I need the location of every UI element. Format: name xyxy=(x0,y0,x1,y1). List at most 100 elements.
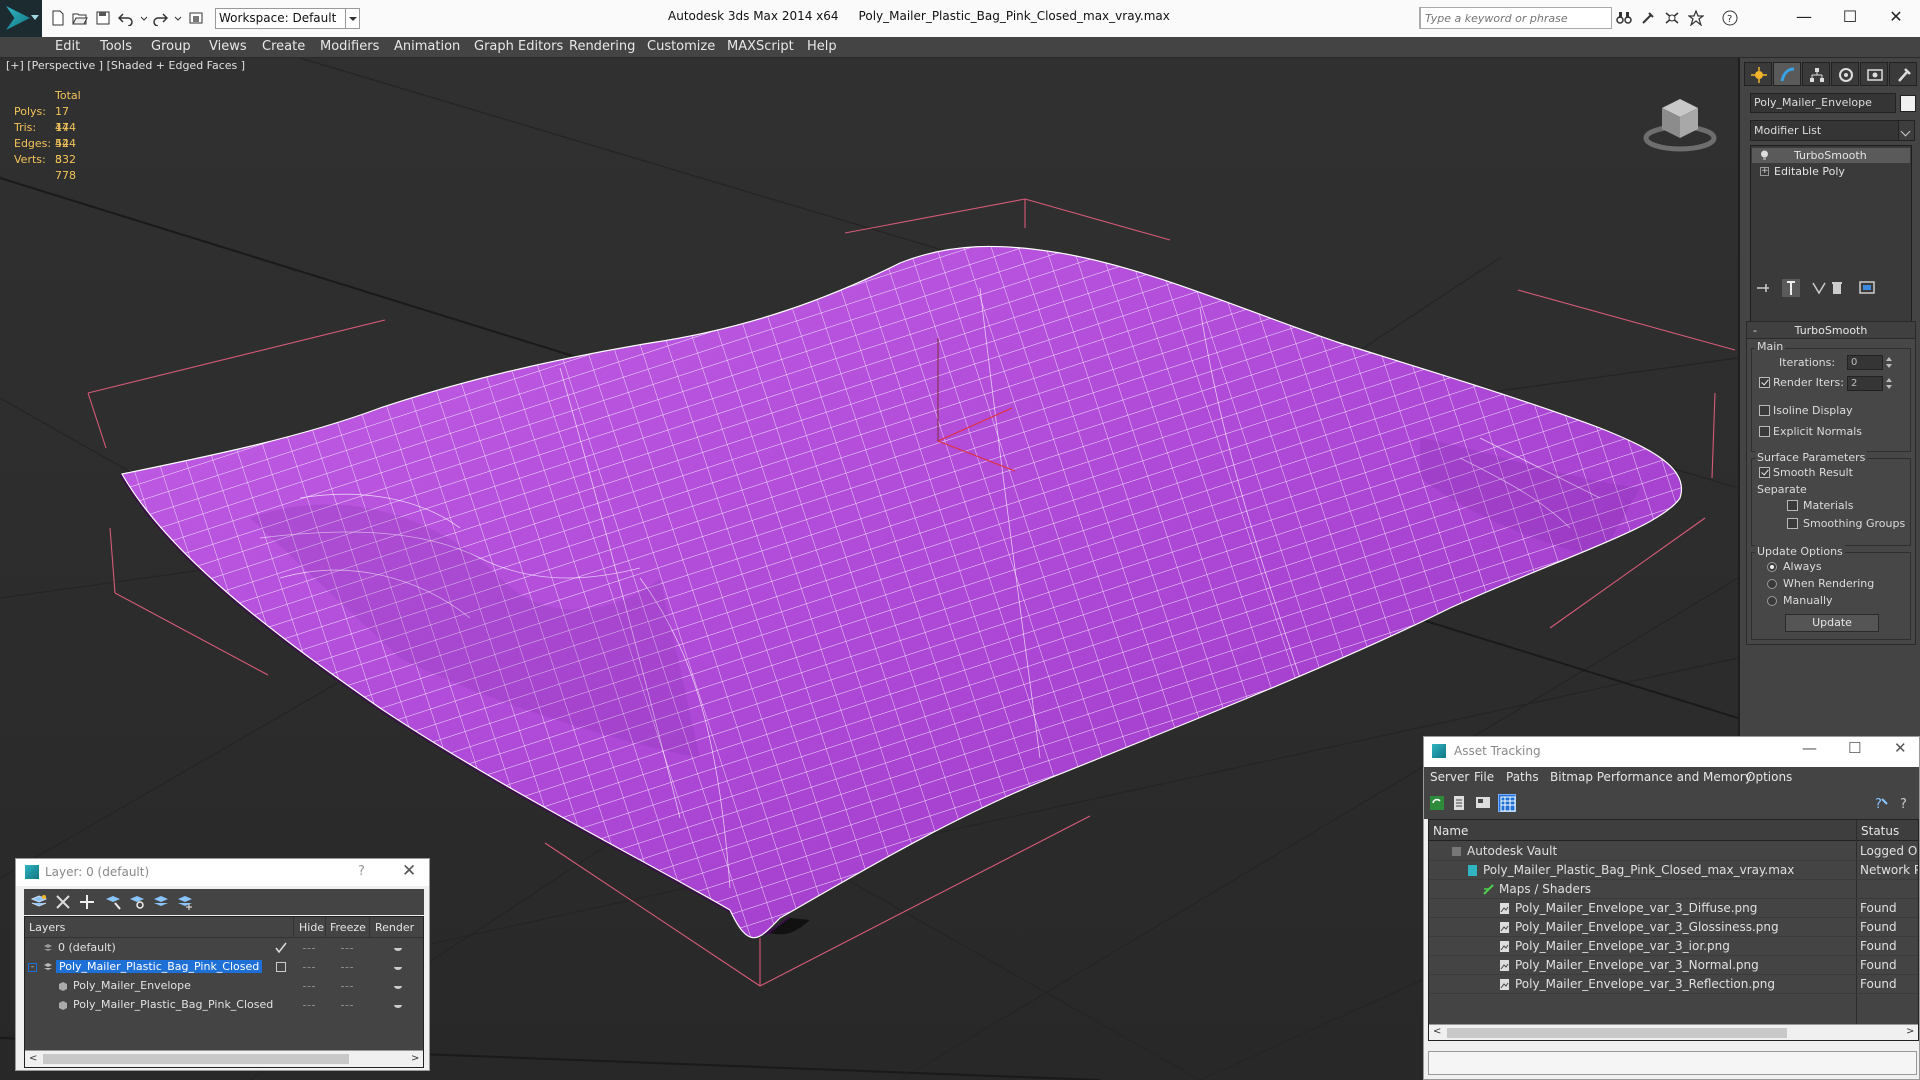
help-icon[interactable]: ? xyxy=(1896,794,1914,812)
highlight-layer-icon[interactable] xyxy=(128,893,146,911)
favorites-star-icon[interactable] xyxy=(1687,9,1705,27)
menu-animation[interactable]: Animation xyxy=(394,39,460,54)
viewport-label[interactable]: [+] [Perspective ] [Shaded + Edged Faces… xyxy=(6,59,245,72)
asset-row[interactable]: Poly_Mailer_Envelope_var_3_Diffuse.png F… xyxy=(1429,899,1918,918)
menu-file[interactable]: File xyxy=(1474,770,1494,784)
subscription-icon[interactable] xyxy=(1640,10,1656,26)
freeze-all-layers-icon[interactable] xyxy=(176,893,194,911)
hide-toggle[interactable] xyxy=(303,986,315,987)
freeze-toggle[interactable] xyxy=(341,948,353,949)
help-icon[interactable]: ? xyxy=(1722,10,1738,26)
search-box[interactable] xyxy=(1420,7,1612,29)
render-iters-checkbox[interactable] xyxy=(1759,377,1770,388)
show-end-result-icon[interactable] xyxy=(1782,279,1800,297)
tab-create[interactable] xyxy=(1744,62,1772,86)
freeze-toggle[interactable] xyxy=(341,986,353,987)
layer-row-selected[interactable]: - Poly_Mailer_Plastic_Bag_Pink_Closed xyxy=(25,958,423,977)
hide-toggle[interactable] xyxy=(303,967,315,968)
close-button[interactable]: ✕ xyxy=(1894,739,1907,757)
spinner-arrows-icon[interactable] xyxy=(1885,355,1893,370)
undo-dropdown-icon[interactable] xyxy=(136,10,148,26)
communication-center-icon[interactable] xyxy=(1664,10,1680,26)
workspace-dropdown[interactable]: Workspace: Default xyxy=(215,8,360,29)
column-layers[interactable]: Layers xyxy=(29,921,65,934)
isoline-display-checkbox[interactable] xyxy=(1759,405,1770,416)
hide-all-layers-icon[interactable] xyxy=(152,893,170,911)
create-layer-icon[interactable] xyxy=(30,893,48,911)
remove-modifier-icon[interactable] xyxy=(1828,279,1846,297)
redo-icon[interactable] xyxy=(152,10,169,27)
thumbnail-view-icon[interactable] xyxy=(1474,794,1492,812)
undo-icon[interactable] xyxy=(117,10,134,27)
scroll-left-icon[interactable]: < xyxy=(1433,1026,1441,1037)
help-button[interactable]: ? xyxy=(358,864,365,879)
scroll-left-icon[interactable]: < xyxy=(29,1053,37,1064)
materials-checkbox[interactable] xyxy=(1787,500,1798,511)
refresh-icon[interactable] xyxy=(1428,794,1446,812)
column-freeze[interactable]: Freeze xyxy=(330,921,366,934)
tab-utilities[interactable] xyxy=(1889,62,1917,86)
save-file-icon[interactable] xyxy=(95,10,111,26)
when-rendering-radio[interactable] xyxy=(1767,579,1777,589)
new-file-icon[interactable] xyxy=(50,10,66,26)
menu-group[interactable]: Group xyxy=(151,39,191,54)
render-teapot-icon[interactable] xyxy=(393,982,403,990)
minimize-button[interactable]: — xyxy=(1784,4,1824,30)
render-teapot-icon[interactable] xyxy=(393,1001,403,1009)
render-iters-spinner[interactable]: 2 xyxy=(1847,376,1883,391)
menu-options[interactable]: Options xyxy=(1746,770,1792,784)
object-color-swatch[interactable] xyxy=(1900,95,1916,112)
search-input[interactable] xyxy=(1421,8,1607,28)
smoothing-groups-checkbox[interactable] xyxy=(1787,518,1798,529)
asset-row[interactable]: Poly_Mailer_Envelope_var_3_ior.png Found xyxy=(1429,937,1918,956)
menu-tools[interactable]: Tools xyxy=(100,39,132,54)
menu-graph-editors[interactable]: Graph Editors xyxy=(474,39,563,54)
always-radio[interactable] xyxy=(1767,562,1777,572)
menu-help[interactable]: Help xyxy=(807,39,837,54)
make-unique-icon[interactable] xyxy=(1810,279,1828,297)
scroll-right-icon[interactable]: > xyxy=(1906,1026,1914,1037)
menu-server[interactable]: Server xyxy=(1430,770,1469,784)
menu-customize[interactable]: Customize xyxy=(647,39,715,54)
binoculars-icon[interactable] xyxy=(1616,10,1632,26)
column-status[interactable]: Status xyxy=(1861,824,1899,838)
manually-radio[interactable] xyxy=(1767,596,1777,606)
table-view-icon[interactable] xyxy=(1498,794,1516,812)
iterations-spinner[interactable]: 0 xyxy=(1847,355,1883,370)
list-view-icon[interactable] xyxy=(1450,794,1468,812)
asset-row[interactable]: Maps / Shaders xyxy=(1429,880,1918,899)
asset-row[interactable]: Poly_Mailer_Envelope_var_3_Glossiness.pn… xyxy=(1429,918,1918,937)
delete-layer-icon[interactable] xyxy=(54,893,72,911)
render-teapot-icon[interactable] xyxy=(393,944,403,952)
column-name[interactable]: Name xyxy=(1433,824,1468,838)
project-folder-icon[interactable] xyxy=(188,10,204,26)
menu-modifiers[interactable]: Modifiers xyxy=(320,39,379,54)
stack-item-turbosmooth[interactable]: TurboSmooth xyxy=(1752,148,1910,163)
tab-hierarchy[interactable] xyxy=(1802,62,1830,86)
asset-row[interactable]: Poly_Mailer_Envelope_var_3_Normal.png Fo… xyxy=(1429,956,1918,975)
minimize-button[interactable]: — xyxy=(1802,739,1817,757)
viewcube-icon[interactable] xyxy=(1640,86,1720,156)
select-objects-icon[interactable] xyxy=(104,893,122,911)
hide-toggle[interactable] xyxy=(303,948,315,949)
add-to-layer-icon[interactable] xyxy=(78,893,96,911)
menu-maxscript[interactable]: MAXScript xyxy=(727,39,794,54)
asset-row[interactable]: Poly_Mailer_Plastic_Bag_Pink_Closed_max_… xyxy=(1429,861,1918,880)
tab-display[interactable] xyxy=(1860,62,1888,86)
spinner-arrows-icon[interactable] xyxy=(1885,376,1893,391)
menu-rendering[interactable]: Rendering xyxy=(569,39,635,54)
object-name-field[interactable]: Poly_Mailer_Envelope xyxy=(1750,93,1896,113)
menu-views[interactable]: Views xyxy=(209,39,247,54)
close-button[interactable]: ✕ xyxy=(1876,4,1916,30)
expand-plus-icon[interactable]: + xyxy=(1760,167,1769,176)
layer-dialog-titlebar[interactable]: Layer: 0 (default) ? ✕ xyxy=(16,859,429,886)
make-active-checkbox[interactable] xyxy=(276,962,286,972)
layer-object-row[interactable]: Poly_Mailer_Envelope xyxy=(25,977,423,996)
collapse-minus-icon[interactable]: - xyxy=(28,963,37,972)
open-file-icon[interactable] xyxy=(72,10,88,26)
layer-row[interactable]: 0 (default) xyxy=(25,939,423,958)
horizontal-scrollbar[interactable]: < > xyxy=(25,1050,423,1067)
maximize-button[interactable]: ☐ xyxy=(1848,739,1861,757)
scrollbar-thumb[interactable] xyxy=(1447,1028,1787,1038)
tab-modify[interactable] xyxy=(1773,62,1801,86)
